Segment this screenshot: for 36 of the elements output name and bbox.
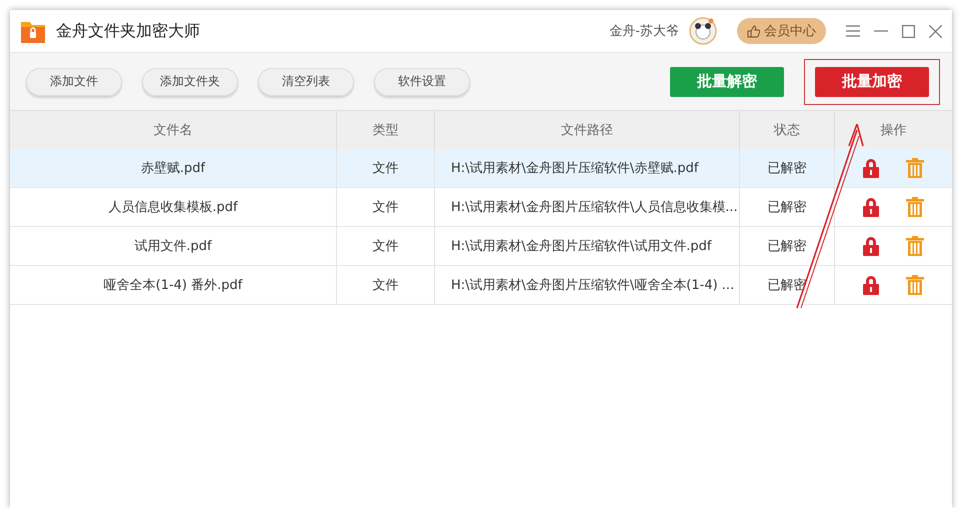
table-row[interactable]: 试用文件.pdf 文件 H:\试用素材\金舟图片压缩软件\试用文件.pdf 已解密 <box>10 227 952 266</box>
file-name-cell-text: 人员信息收集模板.pdf <box>107 199 239 216</box>
member-center-button[interactable]: 会员中心 <box>737 18 826 44</box>
status-cell-text: 已解密 <box>766 199 808 216</box>
status-cell-text: 已解密 <box>766 238 808 255</box>
table-row[interactable]: 赤壁赋.pdf 文件 H:\试用素材\金舟图片压缩软件\赤壁赋.pdf 已解密 <box>10 149 952 188</box>
file-path-cell-text: H:\试用素材\金舟图片压缩软件\人员信息收集模... <box>450 199 739 216</box>
column-header: 操作 <box>880 122 908 140</box>
menu-icon[interactable] <box>846 25 860 37</box>
file-name-cell-text: 赤壁赋.pdf <box>140 160 206 177</box>
toolbar-button[interactable]: 添加文件夹 <box>142 68 238 96</box>
thumbs-up-icon <box>747 24 760 38</box>
close-icon[interactable] <box>929 24 942 38</box>
avatar-icon[interactable] <box>689 17 717 45</box>
lock-icon[interactable] <box>862 275 879 295</box>
file-path-cell-text: H:\试用素材\金舟图片压缩软件\试用文件.pdf <box>450 238 713 255</box>
toolbar-button[interactable]: 软件设置 <box>374 68 470 96</box>
user-name: 金舟-苏大爷 <box>609 23 679 40</box>
toolbar-button[interactable]: 添加文件 <box>26 68 122 96</box>
file-name-cell-text: 试用文件.pdf <box>133 238 213 255</box>
file-name-cell-text: 哑舍全本(1-4) 番外.pdf <box>102 277 244 294</box>
batch-encrypt-button[interactable]: 批量加密 <box>815 66 929 96</box>
toolbar-button[interactable]: 清空列表 <box>258 68 354 96</box>
lock-icon[interactable] <box>862 236 879 256</box>
lock-icon[interactable] <box>862 158 879 178</box>
file-type-cell-text: 文件 <box>372 160 400 177</box>
window-title: 金舟文件夹加密大师 <box>56 20 201 42</box>
file-path-cell-text: H:\试用素材\金舟图片压缩软件\赤壁赋.pdf <box>450 160 700 177</box>
table-row[interactable]: 人员信息收集模板.pdf 文件 H:\试用素材\金舟图片压缩软件\人员信息收集模... 已解密 <box>10 188 952 227</box>
status-cell-text: 已解密 <box>766 160 808 177</box>
lock-icon[interactable] <box>862 197 879 217</box>
file-path-cell-text: H:\试用素材\金舟图片压缩软件\哑舍全本(1-4) ... <box>450 277 736 294</box>
file-type-cell-text: 文件 <box>372 277 400 294</box>
maximize-icon[interactable] <box>902 24 915 38</box>
file-type-cell-text: 文件 <box>372 238 400 255</box>
file-type-cell-text: 文件 <box>372 199 400 216</box>
